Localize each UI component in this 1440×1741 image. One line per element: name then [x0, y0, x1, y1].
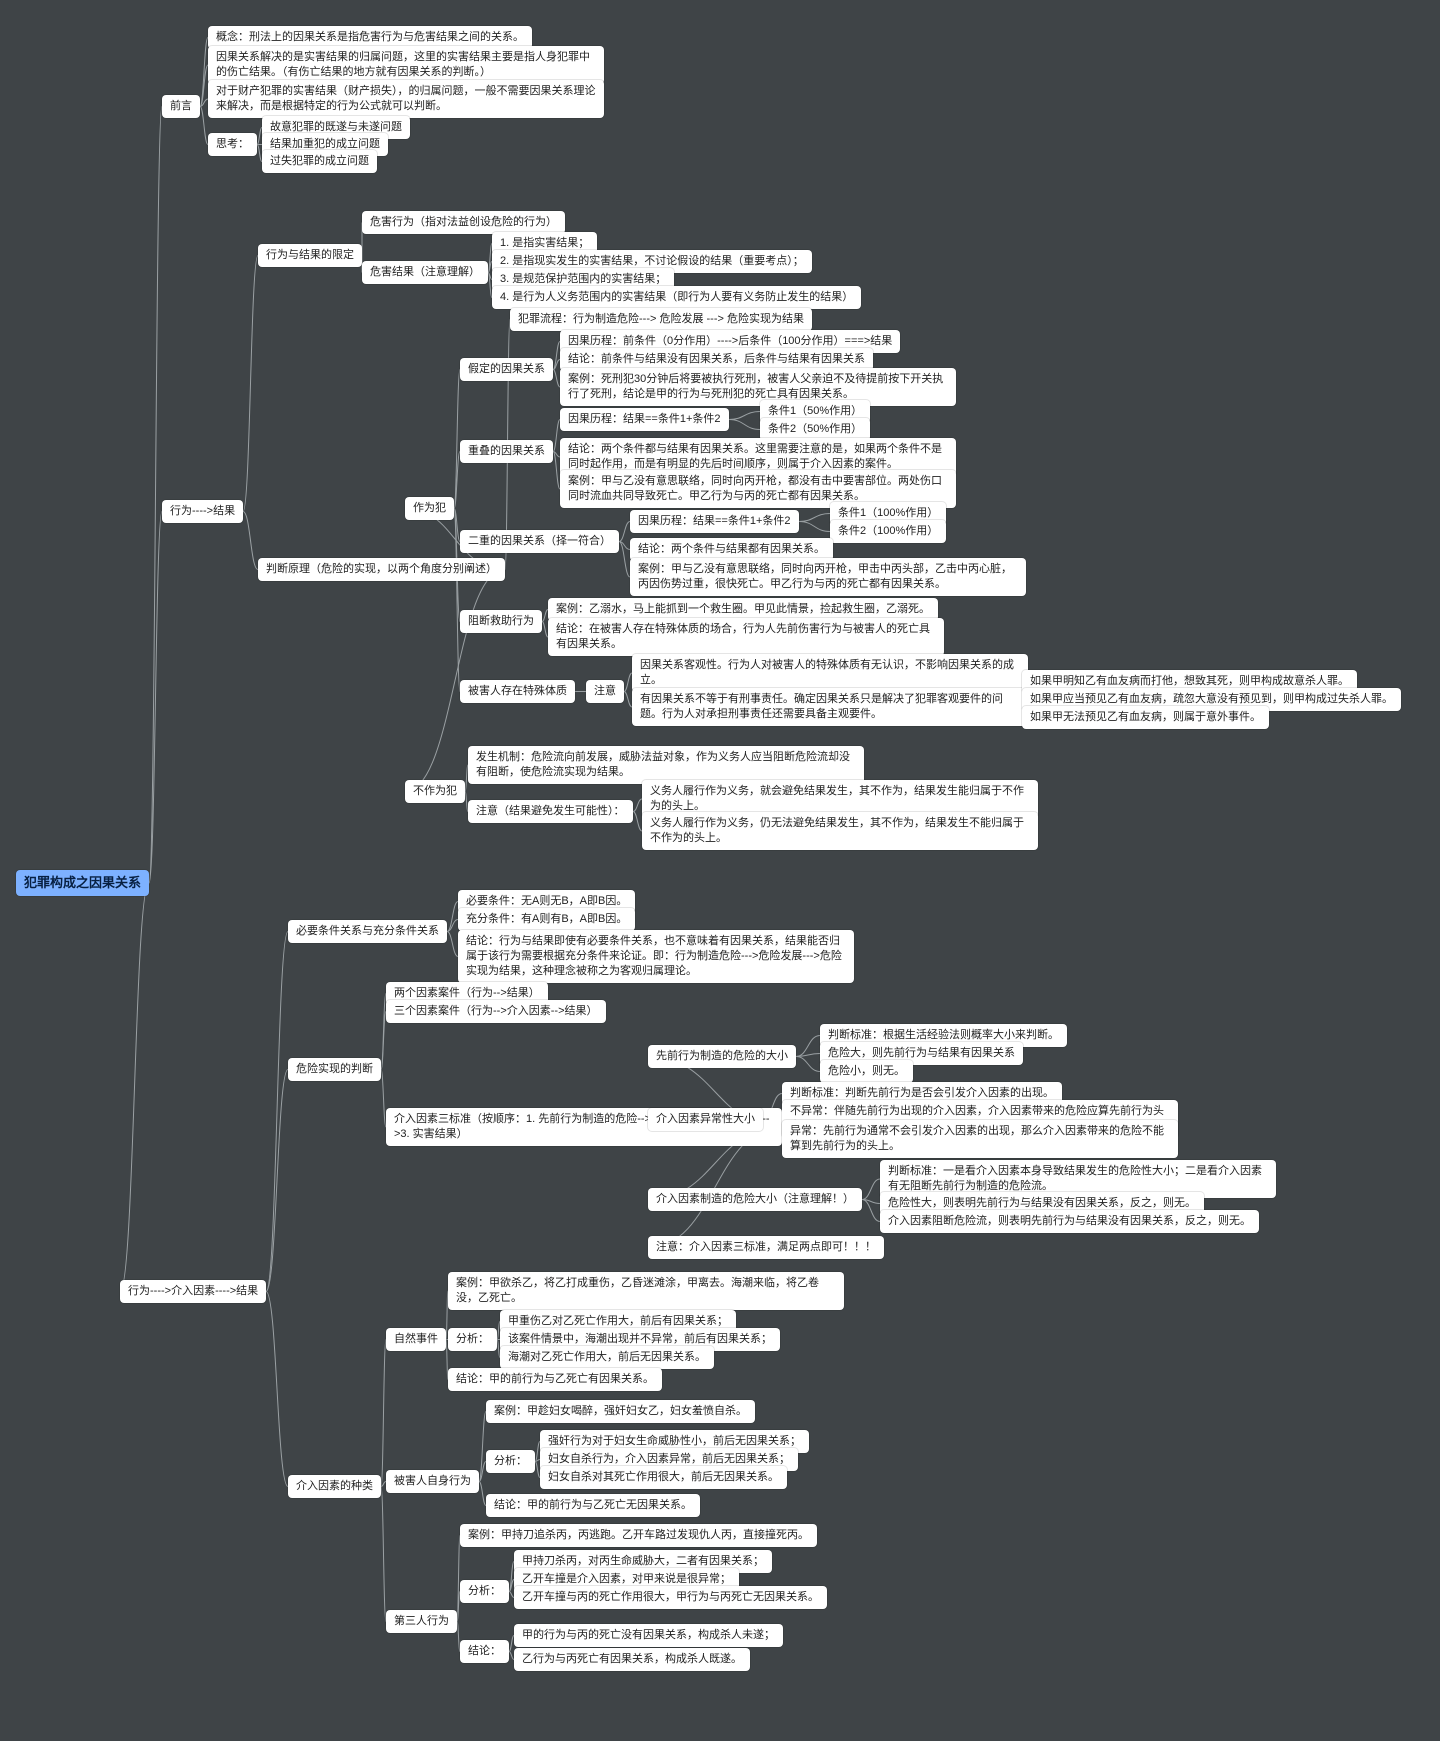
mindmap-node[interactable]: 分析： — [460, 1580, 509, 1603]
mindmap-node[interactable]: 必要条件关系与充分条件关系 — [288, 920, 447, 943]
mindmap-node[interactable]: 乙开车撞与丙的死亡作用很大，甲行为与丙死亡无因果关系。 — [514, 1586, 827, 1609]
mindmap-node[interactable]: 过失犯罪的成立问题 — [262, 150, 377, 173]
mindmap-node[interactable]: 如果甲无法预见乙有血友病，则属于意外事件。 — [1022, 706, 1269, 729]
mindmap-node[interactable]: 介入因素异常性大小 — [648, 1108, 763, 1131]
mindmap-node[interactable]: 因果关系解决的是实害结果的归属问题，这里的实害结果主要是指人身犯罪中的伤亡结果。… — [208, 46, 604, 84]
mindmap-node[interactable]: 被害人存在特殊体质 — [460, 680, 575, 703]
mindmap-node[interactable]: 海潮对乙死亡作用大，前后无因果关系。 — [500, 1346, 714, 1369]
mindmap-node[interactable]: 被害人自身行为 — [386, 1470, 479, 1493]
mindmap-node[interactable]: 案例：甲趁妇女喝醉，强奸妇女乙，妇女羞愤自杀。 — [486, 1400, 755, 1423]
mindmap-node[interactable]: 危害结果（注意理解） — [362, 261, 488, 284]
mindmap-node[interactable]: 因果历程：结果==条件1+条件2 — [560, 408, 729, 431]
mindmap-node[interactable]: 行为---->介入因素---->结果 — [120, 1280, 266, 1303]
mindmap-node[interactable]: 自然事件 — [386, 1328, 446, 1351]
mindmap-node[interactable]: 犯罪流程：行为制造危险---> 危险发展 ---> 危险实现为结果 — [510, 308, 812, 331]
mindmap-node[interactable]: 判断原理（危险的实现，以两个角度分别阐述） — [258, 558, 505, 581]
mindmap-node[interactable]: 行为与结果的限定 — [258, 244, 362, 267]
mindmap-node[interactable]: 分析： — [448, 1328, 497, 1351]
mindmap-node[interactable]: 先前行为制造的危险的大小 — [648, 1045, 796, 1068]
mindmap-node[interactable]: 结论：甲的前行为与乙死亡无因果关系。 — [486, 1494, 700, 1517]
mindmap-node[interactable]: 重叠的因果关系 — [460, 440, 553, 463]
mindmap-node[interactable]: 甲的行为与丙的死亡没有因果关系，构成杀人未遂； — [514, 1624, 783, 1647]
mindmap-node[interactable]: 不作为犯 — [405, 780, 465, 803]
mindmap-node[interactable]: 条件2（100%作用） — [830, 520, 946, 543]
mindmap-node[interactable]: 乙行为与丙死亡有因果关系，构成杀人既遂。 — [514, 1648, 750, 1671]
mindmap-node[interactable]: 介入因素的种类 — [288, 1475, 381, 1498]
mindmap-node[interactable]: 案例：甲欲杀乙，将乙打成重伤，乙昏迷滩涂，甲离去。海潮来临，将乙卷没，乙死亡。 — [448, 1272, 844, 1310]
mindmap-node[interactable]: 阻断救助行为 — [460, 610, 542, 633]
mindmap-node[interactable]: 结论：在被害人存在特殊体质的场合，行为人先前伤害行为与被害人的死亡具有因果关系。 — [548, 618, 944, 656]
mindmap-node[interactable]: 介入因素制造的危险大小（注意理解！） — [648, 1188, 862, 1211]
mindmap-node[interactable]: 对于财产犯罪的实害结果（财产损失），的归属问题，一般不需要因果关系理论来解决，而… — [208, 80, 604, 118]
mindmap-node[interactable]: 第三人行为 — [386, 1610, 457, 1633]
mindmap-node[interactable]: 案例：甲与乙没有意思联络，同时向丙开枪，甲击中丙头部，乙击中丙心脏，丙因伤势过重… — [630, 558, 1026, 596]
mindmap-root[interactable]: 犯罪构成之因果关系 — [16, 870, 149, 896]
mindmap-node[interactable]: 思考： — [208, 133, 257, 156]
mindmap-node[interactable]: 义务人履行作为义务，仍无法避免结果发生，其不作为，结果发生不能归属于不作为的头上… — [642, 812, 1038, 850]
mindmap-node[interactable]: 结论：甲的前行为与乙死亡有因果关系。 — [448, 1368, 662, 1391]
mindmap-node[interactable]: 妇女自杀对其死亡作用很大，前后无因果关系。 — [540, 1466, 787, 1489]
mindmap-node[interactable]: 案例：甲持刀追杀丙，丙逃跑。乙开车路过发现仇人丙，直接撞死丙。 — [460, 1524, 817, 1547]
mindmap-node[interactable]: 危险小，则无。 — [820, 1060, 913, 1083]
mindmap-node[interactable]: 注意：介入因素三标准，满足两点即可！！！ — [648, 1236, 884, 1259]
mindmap-node[interactable]: 行为---->结果 — [162, 500, 243, 523]
mindmap-node[interactable]: 案例：死刑犯30分钟后将要被执行死刑，被害人父亲迫不及待提前按下开关执行了死刑，… — [560, 368, 956, 406]
mindmap-node[interactable]: 注意（结果避免发生可能性）： — [468, 800, 633, 823]
mindmap-node[interactable]: 危险实现的判断 — [288, 1058, 381, 1081]
mindmap-node[interactable]: 有因果关系不等于有刑事责任。确定因果关系只是解决了犯罪客观要件的问题。行为人对承… — [632, 688, 1028, 726]
mindmap-node[interactable]: 危害行为（指对法益创设危险的行为） — [362, 211, 565, 234]
mindmap-node[interactable]: 假定的因果关系 — [460, 358, 553, 381]
mindmap-node[interactable]: 充分条件：有A则有B，A即B因。 — [458, 908, 635, 931]
mindmap-node[interactable]: 三个因素案件（行为-->介入因素-->结果） — [386, 1000, 606, 1023]
mindmap-node[interactable]: 结论： — [460, 1640, 509, 1663]
mindmap-node[interactable]: 二重的因果关系（择一符合） — [460, 530, 619, 553]
mindmap-node[interactable]: 异常：先前行为通常不会引发介入因素的出现，那么介入因素带来的危险不能算到先前行为… — [782, 1120, 1178, 1158]
mindmap-node[interactable]: 前言 — [162, 95, 200, 118]
mindmap-node[interactable]: 注意 — [586, 680, 624, 703]
mindmap-node[interactable]: 因果关系客观性。行为人对被害人的特殊体质有无认识，不影响因果关系的成立。 — [632, 654, 1028, 692]
mindmap-node[interactable]: 因果历程：结果==条件1+条件2 — [630, 510, 799, 533]
mindmap-node[interactable]: 介入因素阻断危险流，则表明先前行为与结果没有因果关系，反之，则无。 — [880, 1210, 1259, 1233]
mindmap-node[interactable]: 结论：行为与结果即使有必要条件关系，也不意味着有因果关系，结果能否归属于该行为需… — [458, 930, 854, 983]
mindmap-node[interactable]: 分析： — [486, 1450, 535, 1473]
mindmap-node[interactable]: 4. 是行为人义务范围内的实害结果（即行为人要有义务防止发生的结果） — [492, 286, 861, 309]
mindmap-node[interactable]: 发生机制：危险流向前发展，威胁法益对象，作为义务人应当阻断危险流却没有阻断，使危… — [468, 746, 864, 784]
mindmap-node[interactable]: 作为犯 — [405, 497, 454, 520]
